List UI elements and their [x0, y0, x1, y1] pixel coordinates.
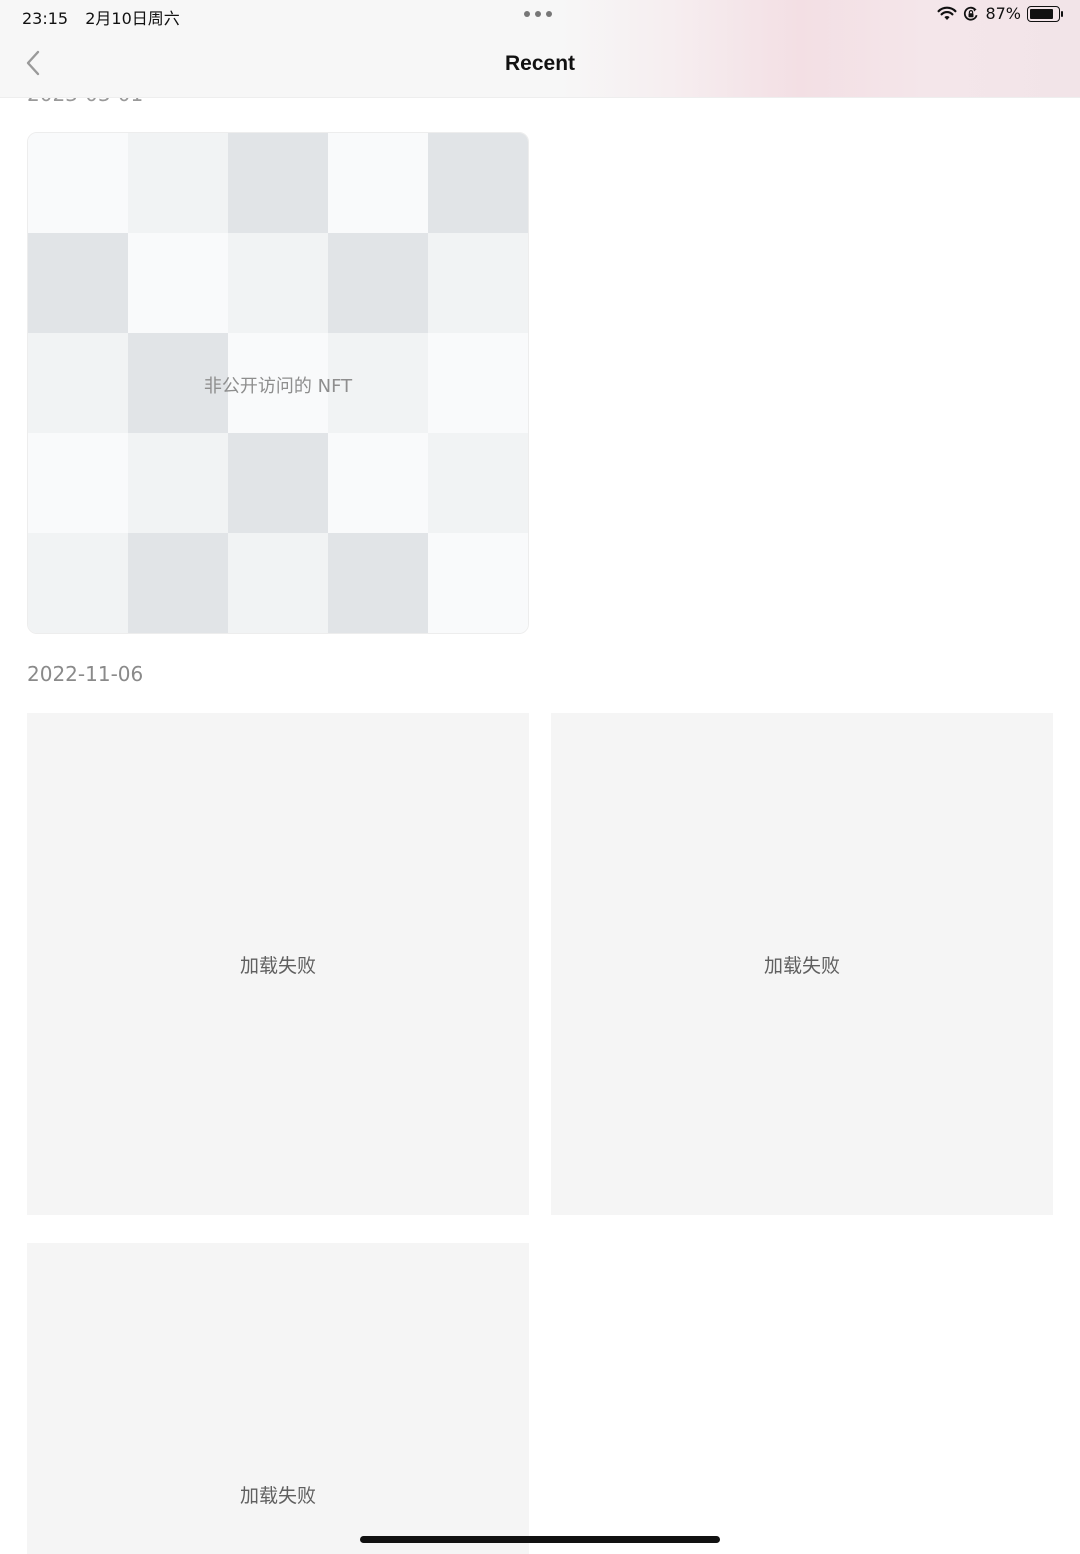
- placeholder-cell: [128, 333, 228, 433]
- placeholder-cell: [328, 533, 428, 633]
- placeholder-cell: [428, 333, 528, 433]
- section-date: 2022-11-06: [27, 662, 144, 686]
- private-nft-card[interactable]: [27, 132, 529, 634]
- status-date: 2月10日周六: [85, 9, 180, 28]
- placeholder-cell: [28, 233, 128, 333]
- placeholder-cell: [228, 433, 328, 533]
- status-time: 23:15: [22, 9, 69, 28]
- placeholder-cell: [228, 333, 328, 433]
- battery-percent: 87%: [985, 4, 1021, 23]
- placeholder-cell: [128, 233, 228, 333]
- placeholder-cell: [128, 533, 228, 633]
- placeholder-cell: [28, 533, 128, 633]
- placeholder-cell: [328, 333, 428, 433]
- load-failed-label: 加载失败: [239, 1485, 316, 1507]
- multitasking-dots-icon[interactable]: [524, 11, 552, 17]
- header: 23:15 2月10日周六 87% Recent: [0, 0, 1080, 98]
- placeholder-cell: [28, 433, 128, 533]
- orientation-lock-icon: [964, 6, 978, 21]
- placeholder-cell: [328, 433, 428, 533]
- failed-nft-card[interactable]: 加载失败: [27, 713, 529, 1215]
- load-failed-label: 加载失败: [763, 954, 840, 977]
- placeholder-cell: [228, 533, 328, 633]
- failed-nft-card[interactable]: 加载失败: [551, 713, 1053, 1215]
- page-title: Recent: [504, 52, 576, 75]
- placeholder-cell: [228, 133, 328, 233]
- home-indicator[interactable]: [360, 1536, 720, 1543]
- battery-icon: [1027, 5, 1063, 22]
- placeholder-cell: [428, 433, 528, 533]
- failed-nft-card[interactable]: 加载失败: [27, 1243, 529, 1554]
- placeholder-cell: [328, 233, 428, 333]
- status-bar-right: 87%: [937, 4, 1063, 23]
- placeholder-cell: [128, 433, 228, 533]
- placeholder-cell: [328, 133, 428, 233]
- placeholder-cell: [28, 133, 128, 233]
- load-failed-label: 加载失败: [239, 954, 316, 977]
- placeholder-cell: [428, 133, 528, 233]
- placeholder-cell: [228, 233, 328, 333]
- wifi-icon: [937, 6, 957, 20]
- placeholder-cell: [128, 133, 228, 233]
- placeholder-cell: [428, 533, 528, 633]
- placeholder-cell: [428, 233, 528, 333]
- placeholder-cell: [28, 333, 128, 433]
- status-bar-left: 23:15 2月10日周六: [22, 5, 192, 29]
